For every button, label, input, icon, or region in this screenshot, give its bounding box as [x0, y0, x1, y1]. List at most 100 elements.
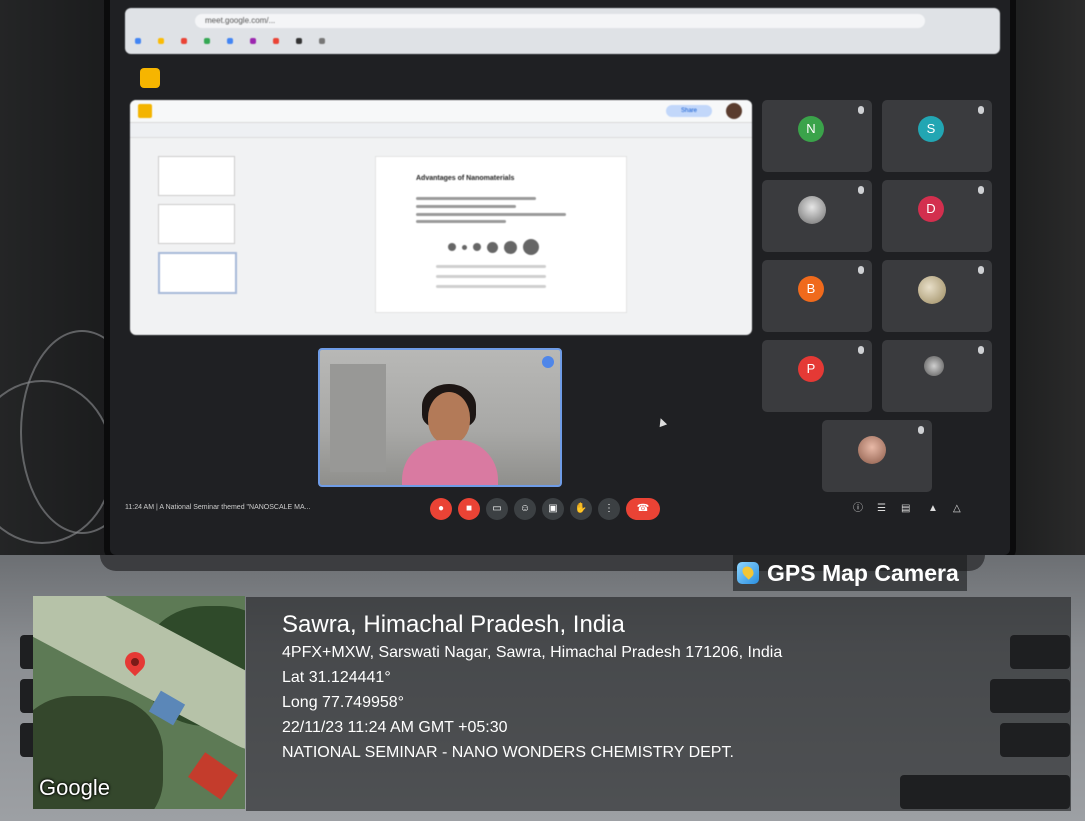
avatar [918, 276, 946, 304]
slide-table-row [436, 275, 546, 278]
mic-off-icon [858, 186, 864, 194]
emoji-icon: ☺ [519, 503, 531, 514]
slide-text-line [416, 220, 506, 223]
timestamp: 22/11/23 11:24 AM GMT +05:30 [282, 719, 508, 736]
mic-toggle-button[interactable]: ● [430, 498, 452, 520]
hand-icon: ✋ [574, 503, 588, 514]
camera-toggle-button[interactable]: ■ [458, 498, 480, 520]
gps-text-block: Sawra, Himachal Pradesh, India 4PFX+MXW,… [282, 610, 782, 765]
avatar [858, 436, 886, 464]
avatar [798, 196, 826, 224]
present-icon: ▣ [548, 503, 558, 514]
slide-diagram [448, 239, 539, 255]
mic-off-icon [978, 346, 984, 354]
slide-heading: Advantages of Nanomaterials [416, 175, 515, 182]
bookmark[interactable] [273, 35, 282, 47]
browser-chrome: meet.google.com/... [125, 8, 1000, 54]
speaker-face [428, 392, 470, 444]
mic-off-icon [978, 106, 984, 114]
participant-tile[interactable]: S [882, 100, 992, 172]
address-bar[interactable]: meet.google.com/... [195, 14, 925, 28]
diagram-circle [487, 241, 498, 253]
avatar[interactable] [726, 103, 742, 119]
captions-button[interactable]: ▭ [486, 498, 508, 520]
presentation-window: Share Advantages of Nanomaterials [130, 100, 752, 335]
hangup-icon: ☎ [636, 503, 650, 514]
bookmarks-bar [135, 35, 990, 47]
mic-off-icon [858, 106, 864, 114]
bookmark[interactable] [250, 35, 259, 47]
bookmark[interactable] [296, 35, 305, 47]
people-icon[interactable]: ☰ [877, 504, 887, 514]
mic-off-icon [918, 426, 924, 434]
participant-tile[interactable]: N [762, 100, 872, 172]
map-roof [188, 752, 238, 800]
avatar [924, 356, 944, 376]
info-icon[interactable]: ⓘ [853, 504, 863, 514]
mic-off-icon [978, 186, 984, 194]
bookmark[interactable] [227, 35, 236, 47]
slide-thumbnail[interactable] [158, 156, 235, 196]
participant-tile[interactable] [762, 180, 872, 252]
gps-map-camera-logo-icon [737, 562, 759, 584]
activities-icon[interactable]: ▲ [928, 504, 938, 514]
diagram-circle [462, 244, 467, 250]
meet-logo-icon [140, 68, 160, 88]
location-map: Google [33, 596, 245, 809]
bookmark[interactable] [181, 35, 190, 47]
laptop-screen: meet.google.com/... Share Advantages of … [110, 0, 1010, 555]
participant-tile-others[interactable] [882, 340, 992, 412]
slides-toolbar[interactable] [130, 123, 752, 138]
bookmark[interactable] [135, 35, 144, 47]
slide-text-line [416, 205, 516, 208]
present-button[interactable]: ▣ [542, 498, 564, 520]
avatar: N [798, 116, 824, 142]
slide-text-line [416, 213, 566, 216]
slide-text-line [416, 197, 536, 200]
photo-note: NATIONAL SEMINAR - NANO WONDERS CHEMISTR… [282, 744, 734, 761]
chat-icon[interactable]: ▤ [901, 504, 911, 514]
avatar: P [798, 356, 824, 382]
location-title: Sawra, Himachal Pradesh, India [282, 611, 625, 638]
diagram-circle [523, 239, 539, 255]
more-options-button[interactable]: ⋮ [598, 498, 620, 520]
captions-icon: ▭ [492, 503, 502, 514]
participant-tile[interactable]: B [762, 260, 872, 332]
address-line: 4PFX+MXW, Sarswati Nagar, Sawra, Himacha… [282, 644, 783, 661]
diagram-circle [448, 243, 456, 251]
speaker-video[interactable] [318, 348, 562, 487]
slide-canvas[interactable]: Advantages of Nanomaterials [375, 156, 627, 313]
background-door [330, 364, 386, 472]
raise-hand-button[interactable]: ✋ [570, 498, 592, 520]
mic-off-icon [858, 266, 864, 274]
photo-background: meet.google.com/... Share Advantages of … [0, 0, 1085, 821]
mouse-cursor-icon [656, 416, 668, 428]
more-vert-icon: ⋮ [604, 503, 614, 514]
meeting-controls-bar: 11:24 AM | A National Seminar themed "NA… [125, 496, 1000, 524]
avatar: S [918, 116, 944, 142]
mic-off-icon [858, 346, 864, 354]
bookmark[interactable] [204, 35, 213, 47]
map-watermark: Google [39, 775, 110, 800]
slide-thumbnail-selected[interactable] [158, 252, 237, 294]
latitude: Lat 31.124441° [282, 669, 391, 686]
pin-icon[interactable] [542, 356, 554, 368]
participant-tile[interactable] [822, 420, 932, 492]
leave-call-button[interactable]: ☎ [626, 498, 660, 520]
emoji-button[interactable]: ☺ [514, 498, 536, 520]
participant-tile[interactable]: P [762, 340, 872, 412]
host-controls-icon[interactable]: △ [953, 504, 963, 514]
diagram-circle [473, 243, 481, 251]
share-button[interactable]: Share [666, 105, 712, 117]
bookmark[interactable] [158, 35, 167, 47]
gps-app-title: GPS Map Camera [767, 559, 959, 586]
slide-thumbnail[interactable] [158, 204, 235, 244]
participant-tile[interactable] [882, 260, 992, 332]
speaker-body [402, 440, 498, 485]
diagram-circle [504, 240, 517, 254]
slides-header: Share [130, 100, 752, 123]
bookmark[interactable] [319, 35, 328, 47]
slides-icon [138, 104, 152, 118]
participant-tile[interactable]: D [882, 180, 992, 252]
avatar: B [798, 276, 824, 302]
